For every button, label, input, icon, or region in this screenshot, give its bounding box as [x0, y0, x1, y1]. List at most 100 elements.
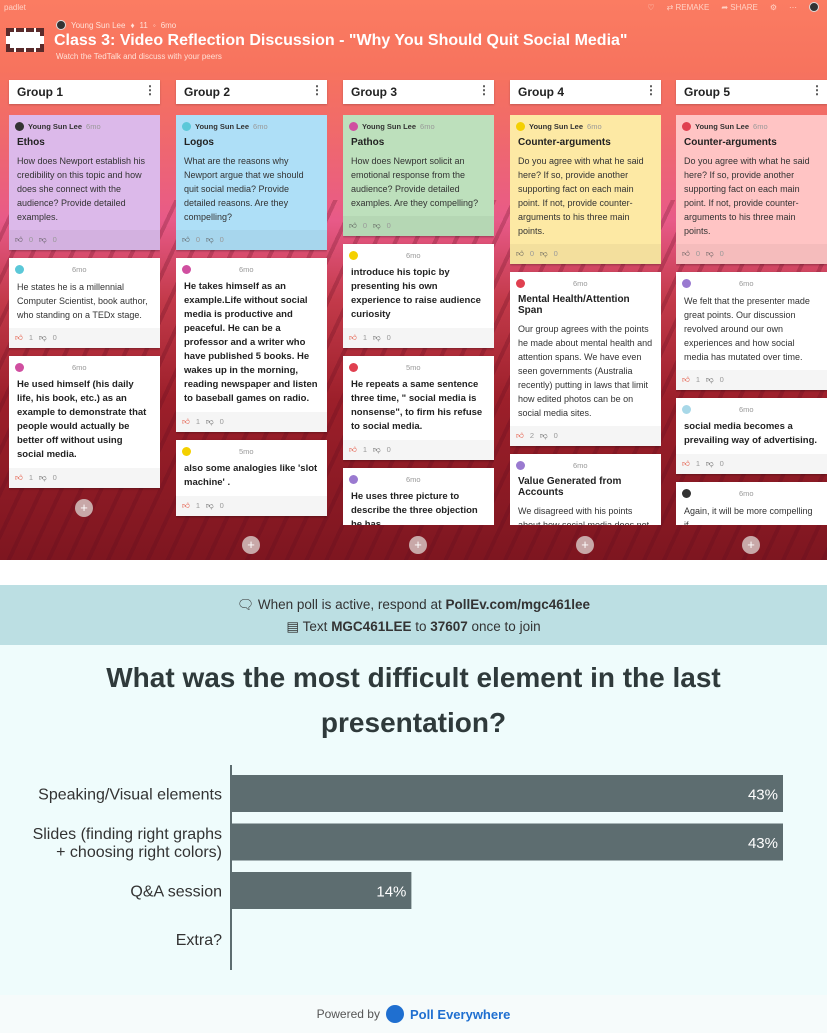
post-body: He states he is a millennial Computer Sc… [17, 282, 148, 320]
thumbs-down-icon[interactable]: 👎︎ [706, 249, 714, 259]
post-card[interactable]: 6mo He states he is a millennial Computer… [9, 258, 160, 348]
category-label: Q&A session [130, 884, 222, 901]
thumbs-down-icon[interactable]: 👎︎ [706, 459, 714, 469]
heart-icon[interactable]: ♡ [647, 3, 654, 12]
column-menu-icon[interactable]: ⋮ [144, 83, 156, 97]
upvote-count: 0 [28, 235, 34, 244]
downvote-count: 0 [719, 375, 724, 384]
share-button[interactable]: ➦ SHARE [721, 3, 758, 12]
thumbs-up-icon[interactable]: 👍︎ [15, 333, 23, 343]
thumbs-up-icon[interactable]: 👍︎ [349, 445, 357, 455]
column-1: Group 1 ⋮ Young Sun Lee 6mo Ethos How does Ne… [9, 80, 160, 525]
post-card[interactable]: 5mo also some analogies like 'slot machin… [176, 440, 327, 516]
thumbs-down-icon[interactable]: 👎︎ [540, 431, 548, 441]
author-avatar [516, 121, 525, 131]
gear-icon[interactable]: ⚙ [770, 3, 777, 12]
column-2: Group 2 ⋮ Young Sun Lee 6mo Logos What are th… [176, 80, 327, 525]
thumbs-down-icon[interactable]: 👎︎ [373, 221, 381, 231]
post-card[interactable]: 6mo social media becomes a prevailing way… [676, 398, 827, 474]
add-post-button[interactable]: + [409, 536, 427, 554]
thumbs-down-icon[interactable]: 👎︎ [206, 501, 214, 511]
add-post-button[interactable]: + [742, 536, 760, 554]
thumbs-down-icon[interactable]: 👎︎ [540, 249, 548, 259]
respond-url[interactable]: PollEv.com/mgc461lee [445, 597, 590, 612]
thumbs-up-icon[interactable]: 👍︎ [182, 235, 190, 245]
padlet-board: padlet ♡ ⇄ REMAKE ➦ SHARE ⚙ ⋯ Young Sun … [0, 0, 827, 560]
thumbs-down-icon[interactable]: 👎︎ [39, 333, 47, 343]
more-icon[interactable]: ⋯ [789, 3, 797, 12]
post-age: 5mo [406, 362, 421, 372]
thumbs-down-icon[interactable]: 👎︎ [39, 235, 47, 245]
column-menu-icon[interactable]: ⋮ [645, 83, 657, 97]
column-header: Group 1 ⋮ [9, 80, 160, 104]
thumbs-up-icon[interactable]: 👍︎ [15, 235, 23, 245]
thumbs-up-icon[interactable]: 👍︎ [682, 375, 690, 385]
post-body: Our group agrees with the points he made… [518, 324, 653, 418]
post-body: We felt that the presenter made great po… [684, 296, 810, 362]
thumbs-up-icon[interactable]: 👍︎ [516, 249, 524, 259]
add-post-button[interactable]: + [75, 499, 93, 517]
remake-button[interactable]: ⇄ REMAKE [667, 3, 710, 12]
post-card[interactable]: 6mo Mental Health/Attention Span Our group… [510, 272, 661, 446]
post-body: Do you agree with what he said here? If … [684, 156, 810, 236]
thumbs-down-icon[interactable]: 👎︎ [373, 333, 381, 343]
add-post-button[interactable]: + [242, 536, 260, 554]
post-card[interactable]: Young Sun Lee 6mo Logos What are the reason… [176, 115, 327, 250]
thumbs-up-icon[interactable]: 👍︎ [349, 221, 357, 231]
author: Young Sun Lee [71, 20, 126, 30]
thumbs-up-icon[interactable]: 👍︎ [182, 417, 190, 427]
post-card[interactable]: 6mo He takes himself as an example.Life w… [176, 258, 327, 432]
thumbs-down-icon[interactable]: 👎︎ [706, 375, 714, 385]
post-card[interactable]: 6mo Again, it will be more compelling if [676, 482, 827, 525]
downvote-count: 0 [553, 431, 558, 440]
post-card[interactable]: 6mo Value Generated from Accounts We disag… [510, 454, 661, 525]
top-bar: padlet ♡ ⇄ REMAKE ➦ SHARE ⚙ ⋯ [0, 0, 827, 16]
thumbs-up-icon[interactable]: 👍︎ [682, 459, 690, 469]
post-card[interactable]: Young Sun Lee 6mo Counter-arguments Do you … [510, 115, 661, 264]
post-card[interactable]: 6mo He used himself (his daily life, his … [9, 356, 160, 488]
avatar[interactable] [809, 2, 819, 12]
card-list: Young Sun Lee 6mo Pathos How does Newport s… [343, 115, 494, 525]
column-header: Group 4 ⋮ [510, 80, 661, 104]
padlet-logo[interactable]: padlet [4, 3, 26, 12]
column-menu-icon[interactable]: ⋮ [478, 83, 490, 97]
post-age: 6mo [72, 362, 87, 372]
downvote-count: 0 [553, 249, 558, 258]
thumbs-down-icon[interactable]: 👎︎ [206, 417, 214, 427]
column-title: Group 1 [17, 85, 64, 99]
upvote-count: 2 [529, 431, 535, 440]
vote-bar: 👍︎ 1 👎︎ 0 [176, 412, 327, 432]
board-subtitle: Watch the TedTalk and discuss with your … [56, 52, 222, 61]
thumbs-down-icon[interactable]: 👎︎ [206, 235, 214, 245]
post-body: He takes himself as an example.Life with… [184, 281, 318, 404]
poll-everywhere-brand[interactable]: Poll Everywhere [410, 1007, 510, 1022]
thumbs-up-icon[interactable]: 👍︎ [516, 431, 524, 441]
add-post-button[interactable]: + [576, 536, 594, 554]
post-card[interactable]: 6mo introduce his topic by presenting his… [343, 244, 494, 348]
text-number: 37607 [430, 619, 468, 634]
post-age: 6mo [72, 264, 87, 274]
thumbs-up-icon[interactable]: 👍︎ [682, 249, 690, 259]
column-menu-icon[interactable]: ⋮ [311, 83, 323, 97]
upvote-count: 1 [28, 333, 34, 342]
poll-everywhere-logo-icon [385, 1005, 404, 1023]
post-card[interactable]: Young Sun Lee 6mo Pathos How does Newport s… [343, 115, 494, 236]
post-card[interactable]: Young Sun Lee 6mo Counter-arguments Do you … [676, 115, 827, 264]
column-menu-icon[interactable]: ⋮ [811, 83, 823, 97]
post-heading: Value Generated from Accounts [518, 476, 622, 498]
vote-bar: 👍︎ 1 👎︎ 0 [9, 328, 160, 348]
post-card[interactable]: 6mo We felt that the presenter made great… [676, 272, 827, 390]
column-header: Group 3 ⋮ [343, 80, 494, 104]
thumbs-up-icon[interactable]: 👍︎ [15, 473, 23, 483]
poll-panel: 🗨 When poll is active, respond at PollEv… [0, 585, 827, 1033]
thumbs-down-icon[interactable]: 👎︎ [39, 473, 47, 483]
post-card[interactable]: Young Sun Lee 6mo Ethos How does Newport es… [9, 115, 160, 250]
post-author: Young Sun Lee [28, 121, 83, 131]
post-card[interactable]: 6mo He uses three picture to describe the… [343, 468, 494, 525]
downvote-count: 0 [386, 221, 391, 230]
post-body: We disagreed with his points about how s… [518, 506, 650, 525]
thumbs-down-icon[interactable]: 👎︎ [373, 445, 381, 455]
post-card[interactable]: 5mo He repeats a same sentence three time… [343, 356, 494, 460]
thumbs-up-icon[interactable]: 👍︎ [182, 501, 190, 511]
thumbs-up-icon[interactable]: 👍︎ [349, 333, 357, 343]
